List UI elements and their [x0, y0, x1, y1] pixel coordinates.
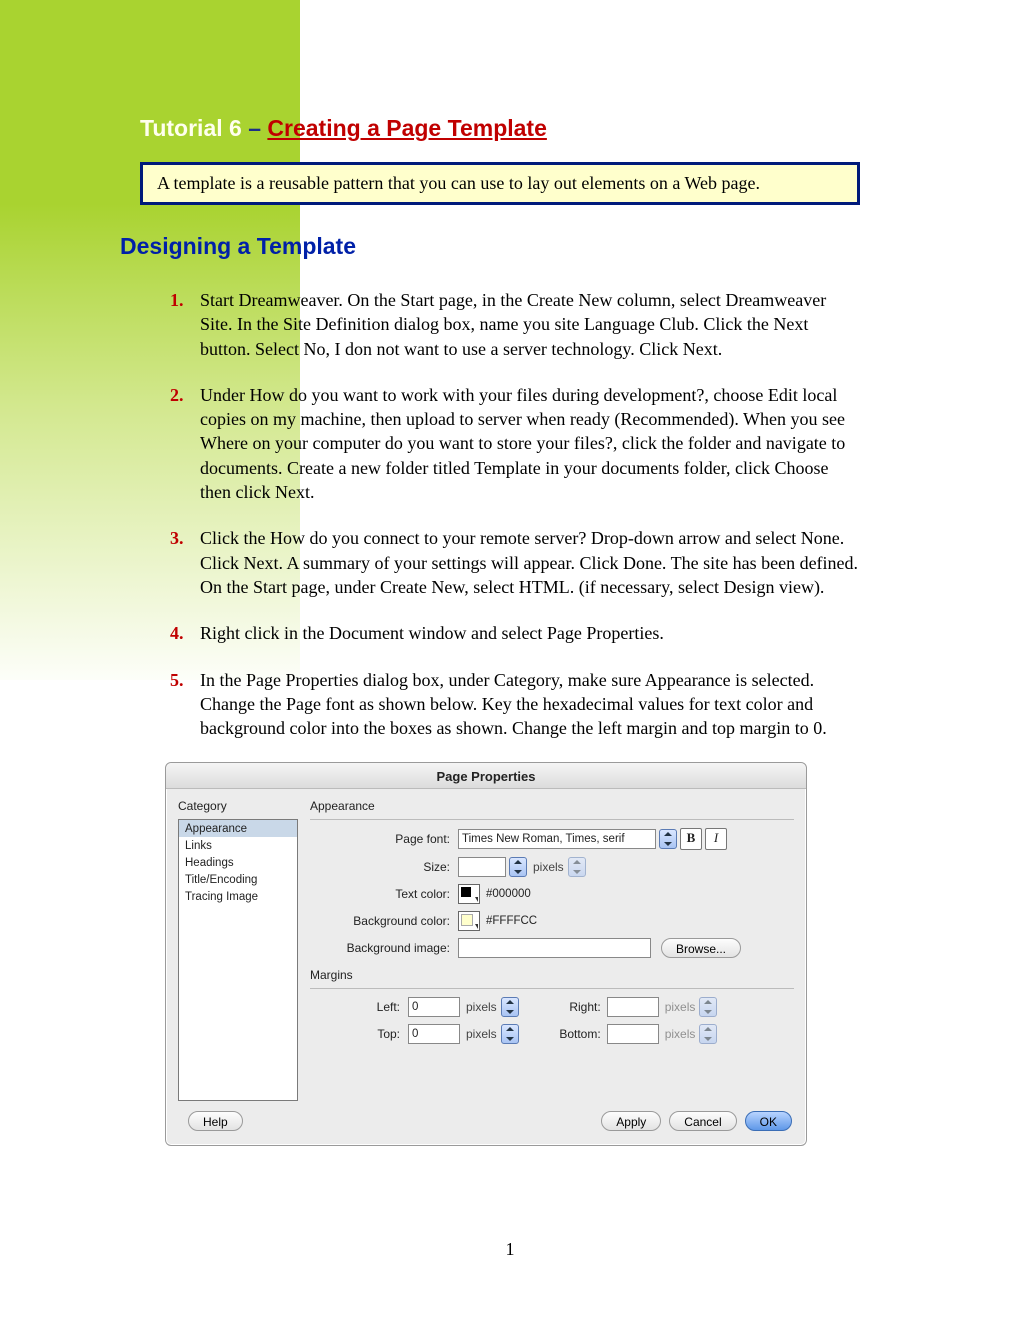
page-font-label: Page font: [310, 832, 458, 846]
browse-button[interactable]: Browse... [661, 938, 741, 958]
step-item: 4.Right click in the Document window and… [170, 621, 860, 645]
step-text: Right click in the Document window and s… [200, 623, 664, 643]
text-color-hex: #000000 [486, 888, 531, 900]
margin-bottom-label: Bottom: [549, 1027, 601, 1041]
step-item: 2.Under How do you want to work with you… [170, 383, 860, 504]
document-content: Tutorial 6 – Creating a Page Template A … [140, 115, 860, 1146]
step-item: 3.Click the How do you connect to your r… [170, 526, 860, 599]
bold-button[interactable]: B [680, 828, 702, 850]
text-color-label: Text color: [310, 887, 458, 901]
margin-unit: pixels [665, 1000, 696, 1014]
margin-left-label: Left: [310, 1000, 408, 1014]
bg-color-swatch[interactable] [458, 911, 480, 931]
steps-list: 1.Start Dreamweaver. On the Start page, … [170, 288, 860, 740]
bg-image-label: Background image: [310, 941, 458, 955]
page-font-field[interactable]: Times New Roman, Times, serif [458, 829, 656, 849]
step-text: In the Page Properties dialog box, under… [200, 670, 827, 739]
margin-unit: pixels [466, 1027, 497, 1041]
margin-top-label: Top: [310, 1027, 408, 1041]
list-item[interactable]: Headings [179, 854, 297, 871]
list-item[interactable]: Tracing Image [179, 888, 297, 905]
apply-button[interactable]: Apply [601, 1111, 661, 1131]
bg-color-hex: #FFFFCC [486, 915, 537, 927]
page-number: 1 [0, 1239, 1020, 1260]
ok-button[interactable]: OK [745, 1111, 792, 1131]
margin-unit: pixels [466, 1000, 497, 1014]
step-text: Under How do you want to work with your … [200, 385, 845, 502]
margin-unit: pixels [665, 1027, 696, 1041]
unit-stepper[interactable] [501, 1024, 519, 1044]
size-stepper[interactable] [509, 857, 527, 877]
category-list[interactable]: Appearance Links Headings Title/Encoding… [178, 819, 298, 1101]
page-properties-dialog: Page Properties Category Appearance Link… [165, 762, 807, 1146]
step-item: 5.In the Page Properties dialog box, und… [170, 668, 860, 741]
unit-stepper[interactable] [568, 857, 586, 877]
unit-stepper[interactable] [699, 1024, 717, 1044]
size-unit: pixels [533, 860, 564, 874]
help-button[interactable]: Help [188, 1111, 243, 1131]
bg-image-field[interactable] [458, 938, 651, 958]
unit-stepper[interactable] [699, 997, 717, 1017]
title-dash: – [242, 115, 268, 141]
dialog-title: Page Properties [166, 763, 806, 789]
step-text: Start Dreamweaver. On the Start page, in… [200, 290, 826, 359]
font-stepper[interactable] [659, 829, 677, 849]
step-item: 1.Start Dreamweaver. On the Start page, … [170, 288, 860, 361]
list-item[interactable]: Links [179, 837, 297, 854]
margin-right-field[interactable] [607, 997, 659, 1017]
list-item[interactable]: Title/Encoding [179, 871, 297, 888]
callout-box: A template is a reusable pattern that yo… [140, 162, 860, 205]
size-field[interactable] [458, 857, 506, 877]
section-heading: Designing a Template [120, 233, 860, 260]
size-label: Size: [310, 860, 458, 874]
italic-button[interactable]: I [705, 828, 727, 850]
group-appearance-label: Appearance [310, 799, 794, 813]
category-label: Category [178, 799, 298, 813]
bg-color-label: Background color: [310, 914, 458, 928]
step-text: Click the How do you connect to your rem… [200, 528, 858, 597]
text-color-swatch[interactable] [458, 884, 480, 904]
margins-label: Margins [310, 968, 794, 982]
margin-bottom-field[interactable] [607, 1024, 659, 1044]
page-title: Tutorial 6 – Creating a Page Template [140, 115, 860, 142]
unit-stepper[interactable] [501, 997, 519, 1017]
title-red: Creating a Page Template [267, 115, 547, 141]
margin-top-field[interactable]: 0 [408, 1024, 460, 1044]
tutorial-label: Tutorial 6 [140, 115, 242, 141]
margin-right-label: Right: [549, 1000, 601, 1014]
list-item[interactable]: Appearance [179, 820, 297, 837]
cancel-button[interactable]: Cancel [669, 1111, 736, 1131]
margin-left-field[interactable]: 0 [408, 997, 460, 1017]
